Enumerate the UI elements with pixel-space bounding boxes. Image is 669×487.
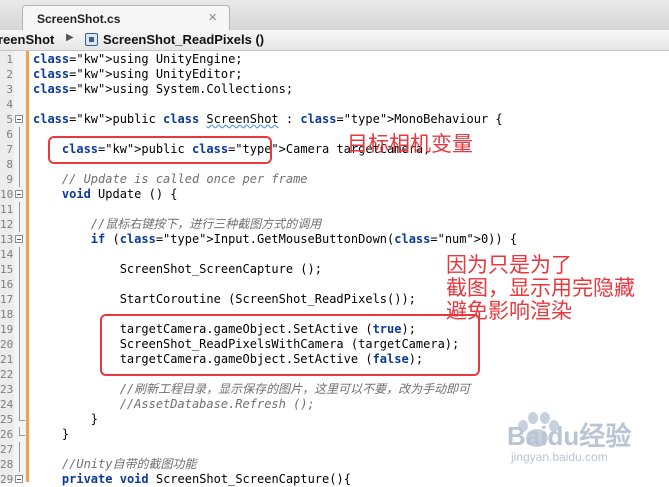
fold-guide-line — [19, 292, 20, 307]
annotation-camera-variable: 目标相机变量 — [347, 132, 473, 156]
fold-toggle-icon[interactable] — [15, 190, 23, 198]
method-icon — [85, 33, 98, 46]
code-text: } — [33, 412, 99, 426]
code-line[interactable]: 12 //鼠标右键按下，进行三种截图方式的调用 — [0, 217, 669, 232]
code-text: //鼠标右键按下，进行三种截图方式的调用 — [33, 217, 322, 231]
line-number: 9 — [6, 173, 13, 186]
line-number: 17 — [0, 293, 14, 306]
fold-guide-line — [19, 322, 20, 337]
fold-end-marker — [19, 412, 25, 421]
fold-guide-line — [19, 127, 20, 142]
line-number: 13 — [0, 233, 14, 246]
fold-guide-line — [19, 247, 20, 262]
fold-guide-line — [19, 157, 20, 172]
fold-guide-line — [19, 397, 20, 412]
line-number: 2 — [6, 68, 13, 81]
line-number: 24 — [0, 398, 14, 411]
code-line[interactable]: 10 void Update () { — [0, 187, 669, 202]
line-number: 11 — [0, 203, 14, 216]
code-text: //刷新工程目录，显示保存的图片，这里可以不要，改为手动即可 — [33, 382, 471, 396]
code-line[interactable]: 13 if (class="type">Input.GetMouseButton… — [0, 232, 669, 247]
code-text: class="kw">using UnityEngine; — [33, 52, 243, 66]
tab-title: ScreenShot.cs — [37, 12, 121, 26]
line-number: 6 — [6, 128, 13, 141]
fold-guide-line — [19, 367, 20, 382]
code-text: StartCoroutine (ScreenShot_ReadPixels())… — [33, 292, 416, 306]
highlight-box-camera — [48, 136, 272, 164]
close-icon[interactable]: × — [208, 9, 217, 26]
line-number: 15 — [0, 263, 14, 276]
fold-guide-line — [19, 352, 20, 367]
code-line[interactable]: 5 class="kw">public class ScreenShot : cl… — [0, 112, 669, 127]
fold-guide-line — [19, 277, 20, 292]
code-text: class="kw">using System.Collections; — [33, 82, 294, 96]
code-line[interactable]: 11 — [0, 202, 669, 217]
line-number: 5 — [6, 113, 13, 126]
code-text: if (class="type">Input.GetMouseButtonDow… — [90, 232, 518, 246]
fold-guide-line — [19, 217, 20, 232]
line-number: 22 — [0, 368, 14, 381]
line-number: 1 — [6, 53, 13, 66]
watermark-url: jingyan.baidu.com — [511, 450, 608, 464]
tab-screenshot-cs[interactable]: ScreenShot.cs × — [22, 5, 230, 31]
line-number: 16 — [0, 278, 14, 291]
line-number: 21 — [0, 353, 14, 366]
annotation-setactive: 因为只是为了 截图，显示用完隐藏 避免影响渲染 — [446, 253, 635, 323]
fold-toggle-icon[interactable] — [15, 115, 23, 123]
code-line[interactable]: 1 class="kw">using UnityEngine; — [0, 52, 669, 67]
code-text: // Update is called once per frame — [33, 172, 308, 186]
fold-guide-line — [19, 202, 20, 217]
fold-guide-line — [19, 457, 20, 472]
code-text: class="kw">public class ScreenShot : cla… — [33, 112, 503, 126]
code-line[interactable]: 23 //刷新工程目录，显示保存的图片，这里可以不要，改为手动即可 — [0, 382, 669, 397]
code-text: //Unity自带的截图功能 — [33, 457, 197, 471]
line-number: 25 — [0, 413, 14, 426]
fold-guide-line — [19, 172, 20, 187]
code-line[interactable]: 9 // Update is called once per frame — [0, 172, 669, 187]
code-text: } — [33, 427, 70, 441]
fold-guide-line — [19, 262, 20, 277]
line-number: 18 — [0, 308, 14, 321]
line-number: 28 — [0, 458, 14, 471]
line-number: 19 — [0, 323, 14, 336]
code-text: private void ScreenShot_ScreenCapture(){ — [61, 472, 351, 486]
line-number: 4 — [6, 98, 13, 111]
line-number: 23 — [0, 383, 14, 396]
highlight-box-setactive — [100, 314, 480, 376]
tab-bar: ScreenShot.cs × — [0, 0, 669, 31]
code-line[interactable]: 2 class="kw">using UnityEditor; — [0, 67, 669, 82]
code-text: //AssetDatabase.Refresh (); — [33, 397, 315, 411]
line-number: 3 — [6, 83, 13, 96]
line-number: 12 — [0, 218, 14, 231]
fold-guide-line — [19, 142, 20, 157]
line-number: 14 — [0, 248, 14, 261]
fold-toggle-icon[interactable] — [15, 235, 23, 243]
breadcrumb-class[interactable]: reenShot — [0, 32, 54, 47]
line-number: 26 — [0, 428, 14, 441]
chevron-right-icon: ▶ — [66, 32, 74, 43]
watermark-brand: Baidu经验 — [507, 421, 632, 451]
line-number: 29 — [0, 473, 14, 486]
fold-guide-line — [19, 442, 20, 457]
fold-guide-line — [19, 337, 20, 352]
code-line[interactable]: 4 — [0, 97, 669, 112]
fold-guide-line — [19, 382, 20, 397]
line-number: 8 — [6, 158, 13, 171]
code-line[interactable]: 3 class="kw">using System.Collections; — [0, 82, 669, 97]
line-number: 20 — [0, 338, 14, 351]
code-text: ScreenShot_ScreenCapture (); — [33, 262, 322, 276]
code-text: void Update () { — [61, 187, 178, 201]
breadcrumb: reenShot ▶ ScreenShot_ReadPixels () — [0, 30, 669, 51]
line-number: 10 — [0, 188, 14, 201]
baidu-watermark: Baidu经验 jingyan.baidu.com — [507, 408, 667, 478]
line-number: 27 — [0, 443, 14, 456]
fold-guide-line — [19, 307, 20, 322]
fold-end-marker — [19, 427, 25, 436]
code-text: class="kw">using UnityEditor; — [33, 67, 243, 81]
line-number: 7 — [6, 143, 13, 156]
breadcrumb-method[interactable]: ScreenShot_ReadPixels () — [103, 32, 264, 47]
